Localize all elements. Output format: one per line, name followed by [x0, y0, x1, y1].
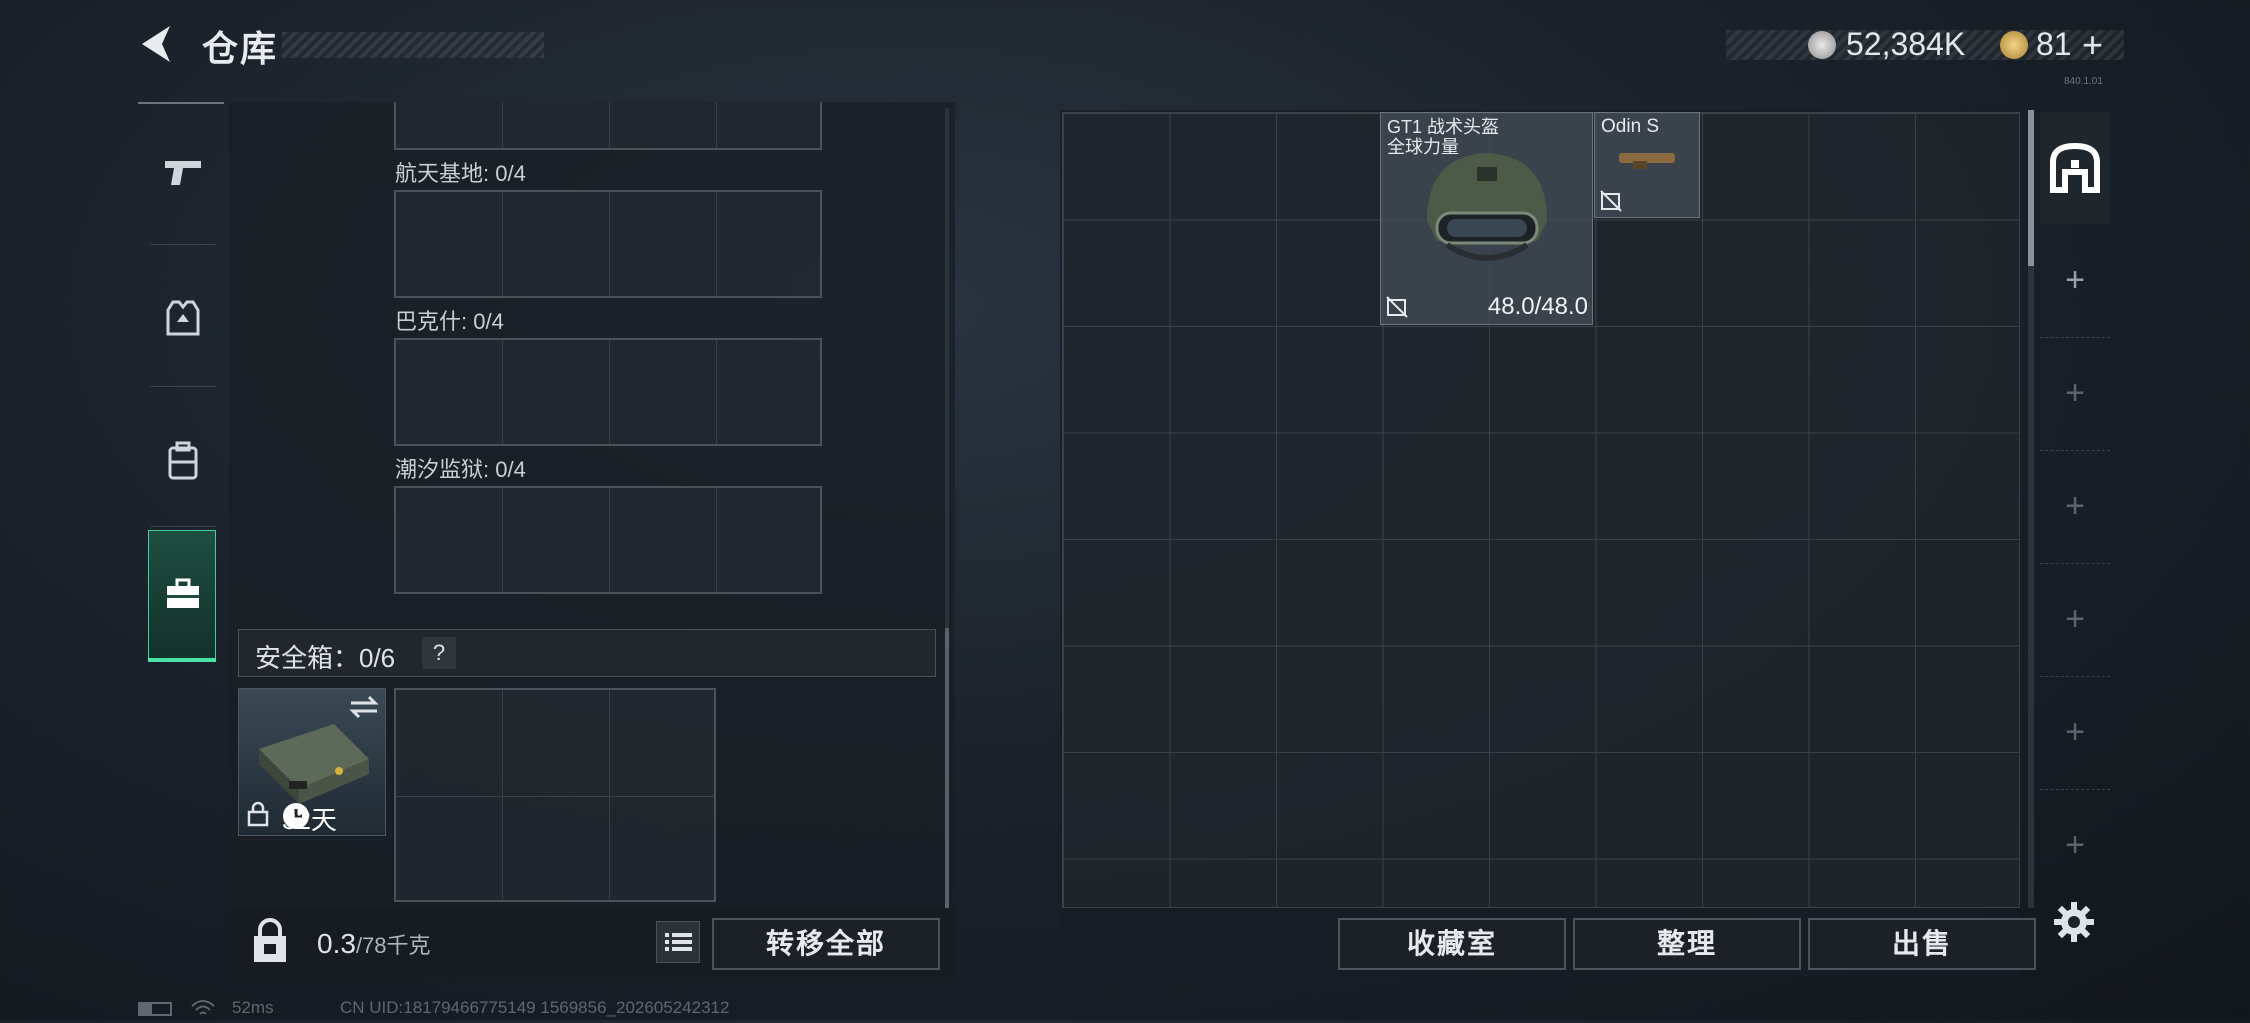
- sidebar-add-slot-1[interactable]: +: [2040, 225, 2110, 338]
- nav-tab-armor[interactable]: [138, 250, 228, 385]
- wifi-icon: [190, 998, 216, 1018]
- collection-label-2: 巴克什: 0/4: [395, 309, 504, 334]
- toolbox-icon: [167, 578, 199, 608]
- collection-label-3: 潮汐监狱: 0/4: [395, 457, 526, 482]
- back-arrow-icon: [142, 26, 170, 62]
- odin-scope-image: [1619, 153, 1675, 169]
- list-view-button[interactable]: [656, 921, 700, 963]
- sidebar-add-slot-2[interactable]: +: [2040, 338, 2110, 451]
- version-text: 840.1.01: [2064, 76, 2103, 87]
- odin-name: Odin S: [1601, 116, 1660, 137]
- uid-text: CN UID:18179466775149 1569856_2026052423…: [340, 998, 730, 1017]
- nav-tab-weapons[interactable]: [138, 104, 228, 239]
- page-title: 仓库: [202, 28, 279, 69]
- untradeable-icon: [1385, 295, 1409, 319]
- lock-button[interactable]: [240, 910, 300, 976]
- item-odin-s[interactable]: Odin S: [1594, 112, 1700, 218]
- swap-icon[interactable]: [349, 693, 379, 721]
- pistol-icon: [165, 160, 201, 185]
- left-scrollbar-thumb[interactable]: [945, 628, 949, 908]
- gear-icon: [2054, 902, 2094, 942]
- helmet-name-line1: GT1 战术头盔: [1387, 117, 1500, 137]
- item-helmet[interactable]: GT1 战术头盔 全球力量 48.0/48.0: [1380, 112, 1593, 325]
- storage-icon: [2050, 142, 2100, 193]
- sidebar-add-slot-5[interactable]: +: [2040, 677, 2110, 790]
- safe-box-duration: 32天: [282, 805, 337, 835]
- ping-text: 52ms: [232, 998, 274, 1017]
- gold-coin-icon: [2000, 31, 2028, 59]
- sidebar-add-slot-4[interactable]: +: [2040, 564, 2110, 677]
- transfer-all-button[interactable]: 转移全部: [712, 918, 940, 970]
- collection-grid-2[interactable]: [394, 338, 822, 446]
- sidebar-add-slot-3[interactable]: +: [2040, 451, 2110, 564]
- armor-vest-icon: [166, 300, 200, 335]
- nav-tab-safebox-icon-wrap: [138, 526, 228, 661]
- safe-box-label: 安全箱：0/6: [255, 643, 396, 673]
- collection-grid-partial[interactable]: [394, 102, 822, 150]
- sidebar-slot-storage[interactable]: [2040, 112, 2110, 224]
- collection-room-button[interactable]: 收藏室: [1338, 918, 1566, 970]
- stash-scrollbar-thumb[interactable]: [2028, 110, 2034, 266]
- backpack-icon: [168, 441, 198, 479]
- gold-amount: 81: [2036, 26, 2072, 62]
- add-gold-button[interactable]: +: [2082, 24, 2103, 66]
- collection-grid-1[interactable]: [394, 190, 822, 298]
- sidebar-add-slot-6[interactable]: +: [2040, 790, 2110, 902]
- weight-max: /78千克: [355, 933, 431, 958]
- battery-icon: [138, 1002, 172, 1016]
- collection-label-1: 航天基地: 0/4: [395, 161, 526, 186]
- weight-readout: 0.3/78千克: [317, 928, 431, 960]
- back-button[interactable]: [136, 22, 180, 66]
- title-stripe: [282, 32, 544, 58]
- weight-current: 0.3: [317, 928, 356, 959]
- lock-small-icon: [247, 801, 269, 827]
- nav-tab-backpack[interactable]: [138, 392, 228, 527]
- left-nav: [138, 102, 228, 672]
- sell-button[interactable]: 出售: [1808, 918, 2036, 970]
- help-button[interactable]: ?: [422, 637, 456, 669]
- settings-button[interactable]: [2052, 900, 2096, 944]
- safe-box-grid[interactable]: [394, 688, 716, 902]
- odin-untradeable-icon: [1599, 189, 1623, 213]
- silver-coin-icon: [1808, 31, 1836, 59]
- weight-lock-icon: [254, 918, 286, 962]
- helmet-image: [1427, 153, 1547, 261]
- collection-grid-3[interactable]: [394, 486, 822, 594]
- organize-button[interactable]: 整理: [1573, 918, 1801, 970]
- list-icon: [665, 933, 692, 951]
- helmet-durability: 48.0/48.0: [1487, 293, 1588, 320]
- silver-amount: 52,384K: [1846, 26, 1966, 62]
- right-sidebar: + + + + + +: [2040, 112, 2110, 942]
